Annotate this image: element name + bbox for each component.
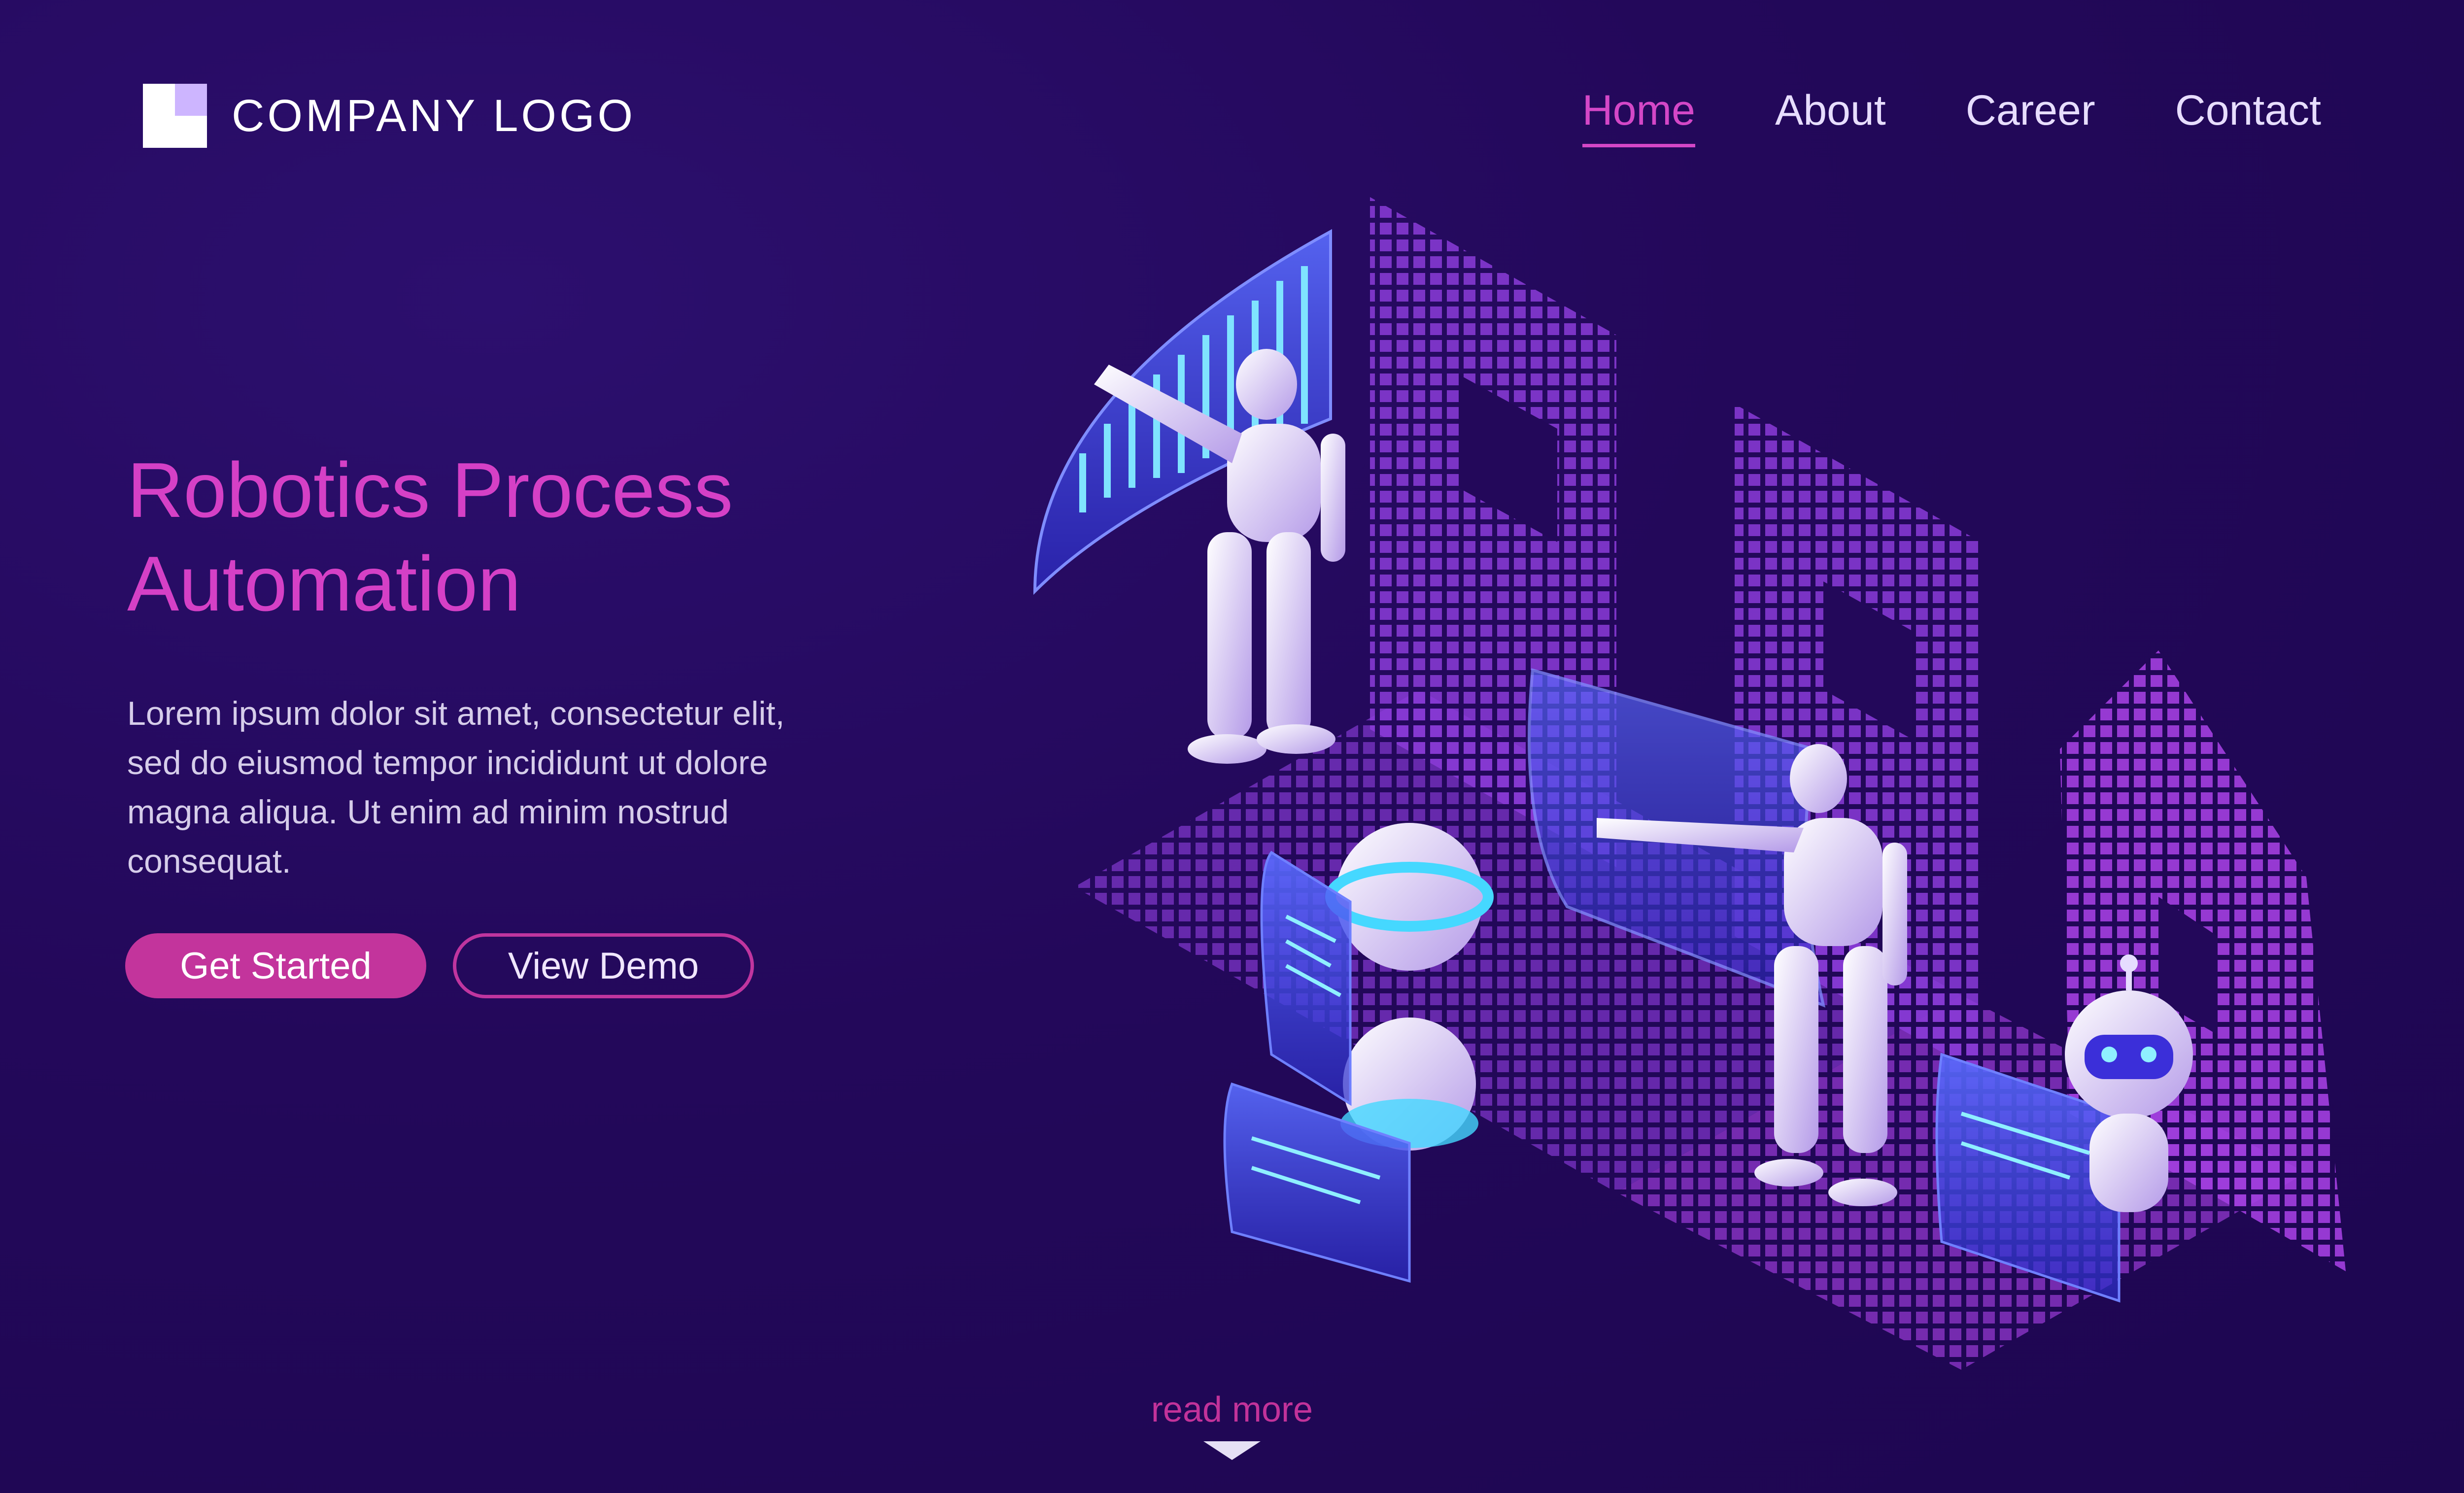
nav-home[interactable]: Home xyxy=(1582,86,1695,147)
view-demo-button[interactable]: View Demo xyxy=(453,933,754,998)
get-started-button[interactable]: Get Started xyxy=(125,933,426,998)
nav-career[interactable]: Career xyxy=(1966,86,2095,147)
hero-section: Robotics Process Automation Lorem ipsum … xyxy=(127,443,817,886)
nav-contact[interactable]: Contact xyxy=(2175,86,2321,147)
hero-title-line1: Robotics Process xyxy=(127,447,733,534)
hero-title-line2: Automation xyxy=(127,541,521,627)
nav-about[interactable]: About xyxy=(1775,86,1886,147)
company-logo[interactable]: COMPANY LOGO xyxy=(143,84,636,148)
hero-title: Robotics Process Automation xyxy=(127,443,817,631)
main-nav: Home About Career Contact xyxy=(1582,86,2321,147)
read-more-link[interactable]: read more xyxy=(0,1390,2464,1430)
hero-description: Lorem ipsum dolor sit amet, consectetur … xyxy=(127,695,785,880)
logo-icon xyxy=(143,84,207,148)
chevron-down-icon[interactable] xyxy=(1203,1441,1261,1460)
rpa-illustration xyxy=(1033,197,2346,1370)
logo-text: COMPANY LOGO xyxy=(232,90,636,141)
